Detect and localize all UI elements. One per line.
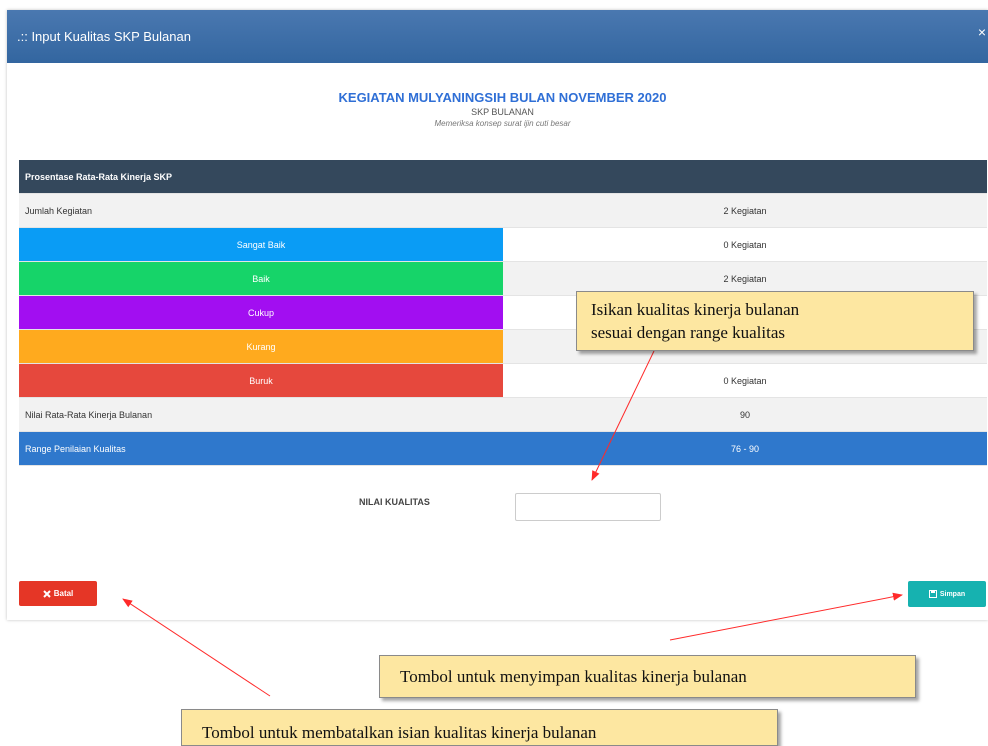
table-header-row: Prosentase Rata-Rata Kinerja SKP: [19, 160, 987, 194]
activity-subtitle: SKP BULANAN: [471, 107, 534, 117]
callout-simpan-hint: Tombol untuk menyimpan kualitas kinerja …: [379, 655, 916, 698]
table-row: Nilai Rata-Rata Kinerja Bulanan 90: [19, 397, 987, 432]
modal-title: .:: Input Kualitas SKP Bulanan: [17, 29, 191, 44]
category-value: 0 Kegiatan: [503, 363, 987, 398]
batal-button[interactable]: Batal: [19, 581, 97, 606]
jumlah-label: Jumlah Kegiatan: [19, 193, 503, 228]
table-row: Sangat Baik 0 Kegiatan: [19, 227, 987, 262]
nilai-kualitas-input[interactable]: [515, 493, 661, 521]
range-row: Range Penilaian Kualitas 76 - 90: [19, 431, 987, 466]
table-row: Buruk 0 Kegiatan: [19, 363, 987, 398]
modal-header: .:: Input Kualitas SKP Bulanan ×: [7, 10, 988, 63]
callout-input-line2: sesuai dengan range kualitas: [591, 323, 786, 342]
callout-input-hint: Isikan kualitas kinerja bulanan sesuai d…: [576, 291, 974, 351]
rata-value: 90: [503, 397, 987, 432]
activity-info: KEGIATAN MULYANINGSIH BULAN NOVEMBER 202…: [20, 81, 985, 138]
simpan-button[interactable]: Simpan: [908, 581, 986, 607]
category-sangat-baik: Sangat Baik: [19, 227, 503, 262]
category-kurang: Kurang: [19, 329, 503, 364]
jumlah-value: 2 Kegiatan: [503, 193, 987, 228]
rata-label: Nilai Rata-Rata Kinerja Bulanan: [19, 397, 503, 432]
activity-title: KEGIATAN MULYANINGSIH BULAN NOVEMBER 202…: [338, 90, 667, 105]
range-value: 76 - 90: [503, 431, 987, 466]
close-icon: [43, 589, 51, 598]
nilai-kualitas-label: NILAI KUALITAS: [359, 497, 430, 507]
callout-input-line1: Isikan kualitas kinerja bulanan: [591, 300, 800, 319]
nilai-kualitas-row: NILAI KUALITAS: [19, 485, 987, 527]
close-icon[interactable]: ×: [978, 24, 986, 40]
category-cukup: Cukup: [19, 295, 503, 330]
category-baik: Baik: [19, 261, 503, 296]
callout-batal-hint: Tombol untuk membatalkan isian kualitas …: [181, 709, 778, 746]
batal-label: Batal: [53, 589, 74, 598]
callout-batal-text: Tombol untuk membatalkan isian kualitas …: [202, 723, 597, 742]
category-buruk: Buruk: [19, 363, 503, 398]
range-label: Range Penilaian Kualitas: [19, 431, 503, 466]
callout-simpan-text: Tombol untuk menyimpan kualitas kinerja …: [400, 667, 747, 686]
table-row: Jumlah Kegiatan 2 Kegiatan: [19, 193, 987, 228]
category-value: 0 Kegiatan: [503, 227, 987, 262]
activity-description: Memeriksa konsep surat ijin cuti besar: [434, 119, 571, 128]
table-header: Prosentase Rata-Rata Kinerja SKP: [19, 160, 987, 194]
simpan-label: Simpan: [939, 590, 966, 598]
save-icon: [928, 590, 937, 598]
